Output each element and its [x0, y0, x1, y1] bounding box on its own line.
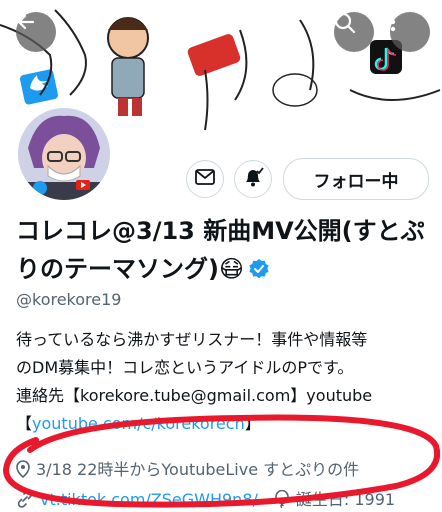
notification-button[interactable] — [234, 160, 272, 198]
search-button[interactable] — [334, 12, 374, 52]
envelope-icon — [195, 169, 215, 189]
profile-actions: フォロー中 — [0, 158, 442, 200]
more-button[interactable] — [390, 12, 430, 52]
verified-badge-icon — [248, 253, 270, 291]
bell-check-icon — [242, 166, 264, 192]
annotation-circle — [2, 414, 441, 508]
display-name: コレコレ@3/13 新曲MV公開(すとぷりのテーマソング)😷 — [16, 217, 425, 283]
following-button-label: フォロー中 — [313, 171, 399, 192]
bio-line: 待っているなら沸かすぜリスナー！事件や情報等 — [16, 330, 368, 349]
back-button[interactable] — [16, 12, 56, 52]
user-handle: @korekore19 — [16, 290, 122, 309]
display-name-block: コレコレ@3/13 新曲MV公開(すとぷりのテーマソング)😷 — [16, 212, 430, 291]
following-button[interactable]: フォロー中 — [283, 158, 429, 200]
bio-line: 連絡先【korekore.tube@gmail.com】youtube — [16, 386, 373, 405]
message-button[interactable] — [186, 160, 224, 198]
bio-line: のDM募集中！コレ恋というアイドルのPです。 — [16, 358, 354, 377]
